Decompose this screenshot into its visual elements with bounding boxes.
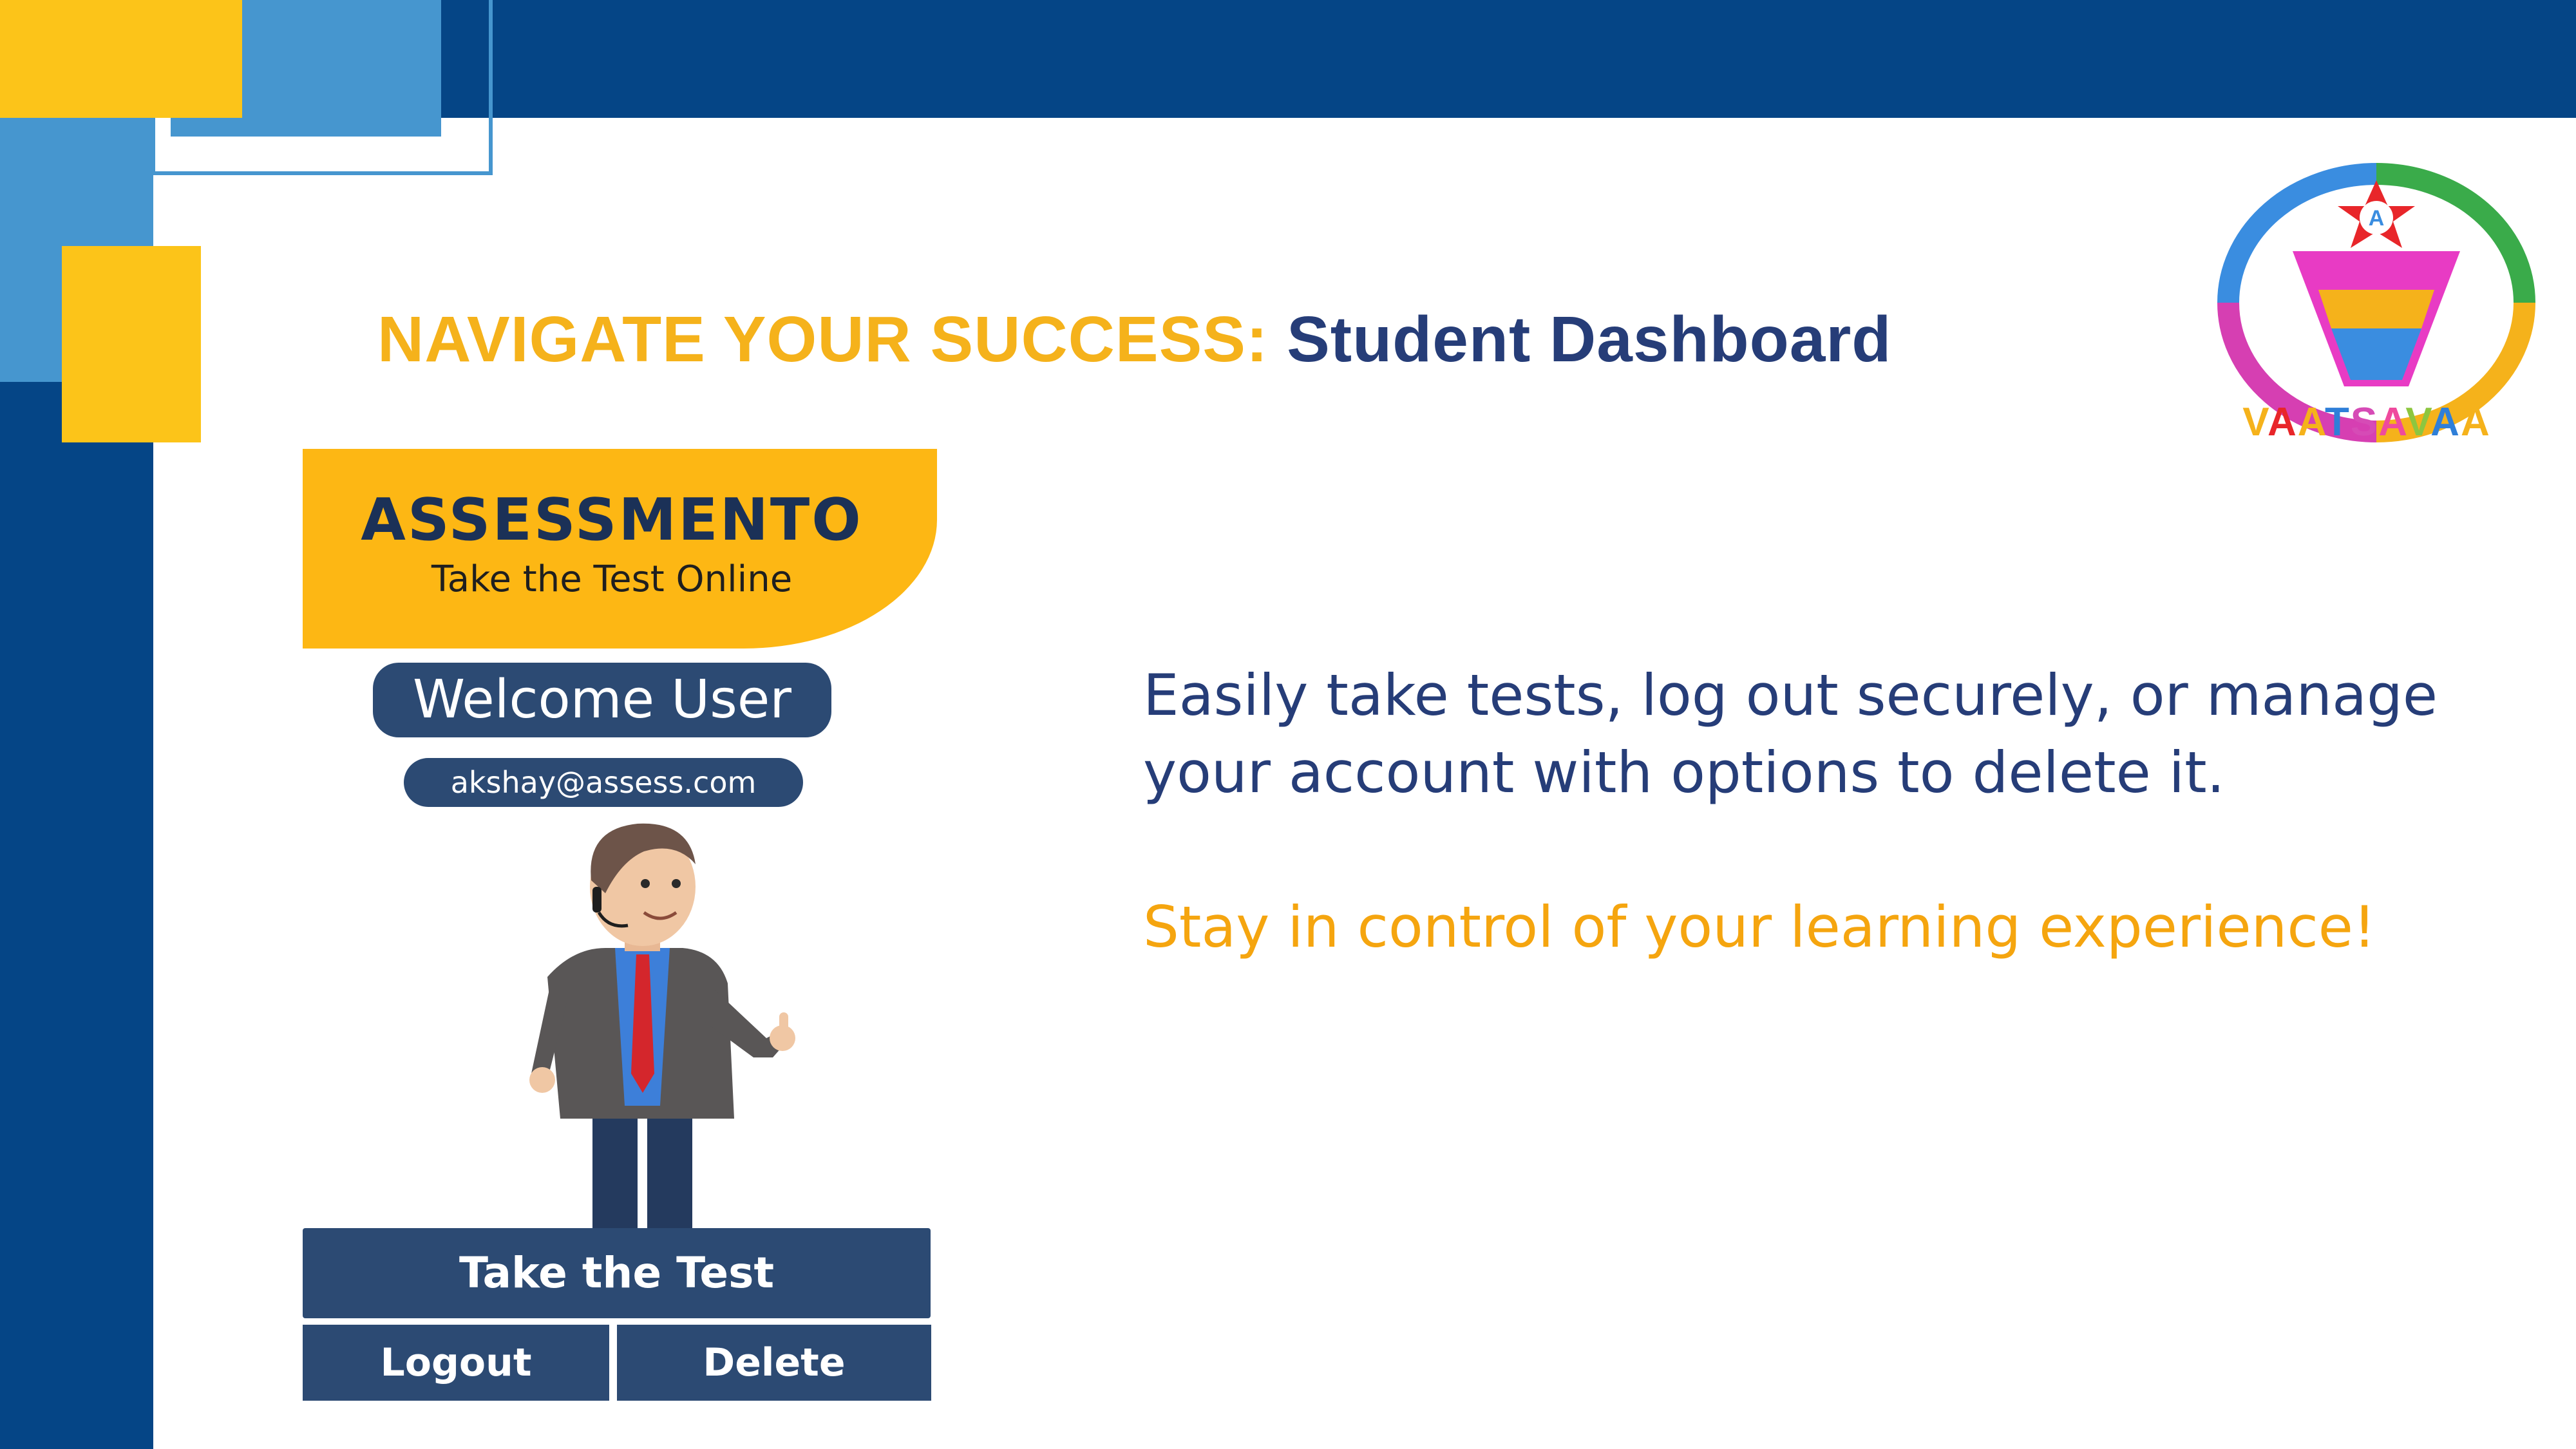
app-brand-title: ASSESSMENTO bbox=[361, 486, 863, 554]
take-test-button[interactable]: Take the Test bbox=[303, 1228, 931, 1318]
logo-letter: V bbox=[2405, 400, 2431, 444]
welcome-badge: Welcome User bbox=[373, 663, 831, 737]
tagline-text: Stay in control of your learning experie… bbox=[1143, 894, 2376, 960]
logo-wordmark: VAATSAVAA bbox=[2215, 399, 2518, 445]
logo-letter: A bbox=[2297, 400, 2325, 444]
avatar-businessman-icon bbox=[529, 823, 795, 1228]
decorative-square-yellow-top bbox=[0, 0, 242, 118]
app-brand-subtitle: Take the Test Online bbox=[431, 558, 793, 600]
heading-main: Student Dashboard bbox=[1287, 303, 1892, 375]
decorative-square-yellow-left bbox=[62, 246, 201, 442]
top-banner-bar bbox=[193, 0, 2576, 118]
app-dashboard-mockup: ASSESSMENTO Take the Test Online Welcome… bbox=[303, 449, 937, 1401]
logo-letter: V bbox=[2242, 400, 2268, 444]
logo-letter: A bbox=[2268, 400, 2298, 444]
delete-button[interactable]: Delete bbox=[617, 1325, 931, 1401]
logo-letter: A bbox=[2430, 400, 2461, 444]
description-text: Easily take tests, log out securely, or … bbox=[1143, 662, 2438, 806]
logo-letter: A bbox=[2378, 400, 2406, 444]
logo-letter: A bbox=[2460, 400, 2491, 444]
logo-letter: S bbox=[2350, 400, 2379, 444]
logo-letter: T bbox=[2324, 400, 2351, 444]
heading-prefix: NAVIGATE YOUR SUCCESS: bbox=[377, 303, 1269, 375]
slide-heading: NAVIGATE YOUR SUCCESS: Student Dashboard bbox=[377, 303, 1891, 377]
logout-button[interactable]: Logout bbox=[303, 1325, 609, 1401]
logo-badge-letter: A bbox=[2369, 206, 2385, 231]
user-email-badge: akshay@assess.com bbox=[404, 758, 803, 807]
